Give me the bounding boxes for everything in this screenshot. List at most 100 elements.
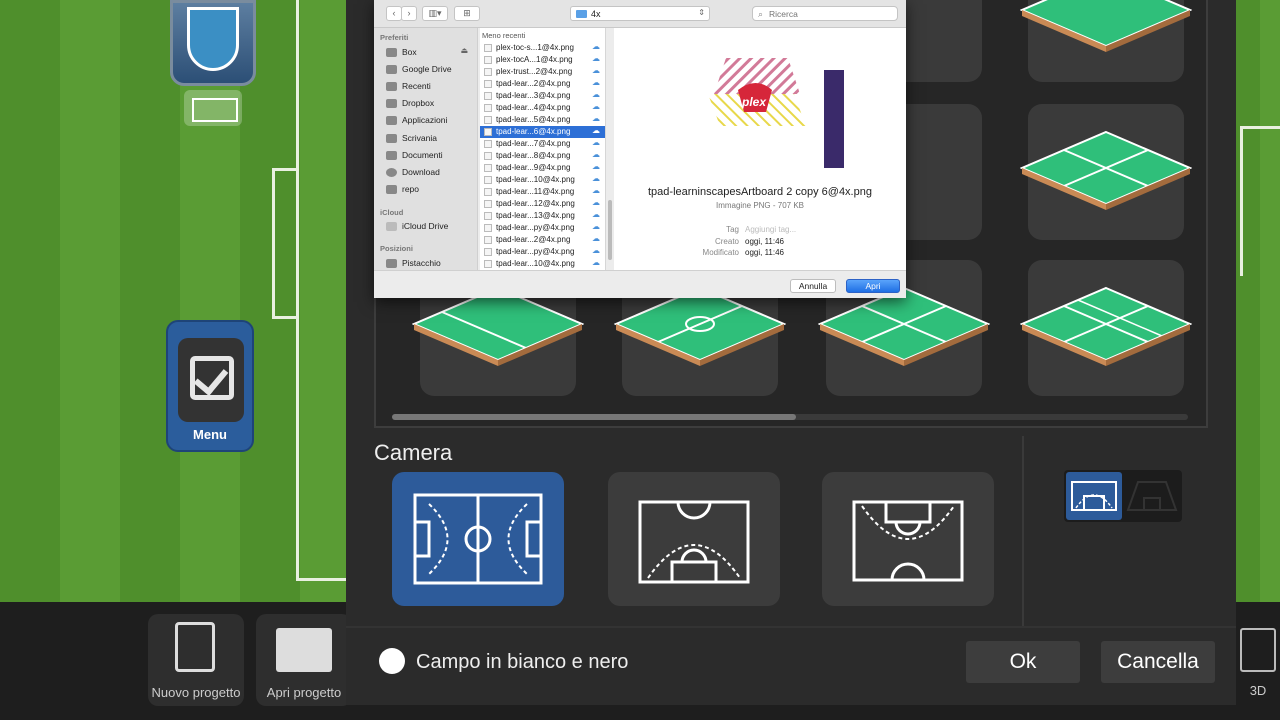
dropbox-icon	[386, 99, 397, 108]
path-popup[interactable]: 4x ⇕	[570, 6, 710, 21]
file-row[interactable]: tpad-lear...3@4x.png ☁	[480, 90, 605, 102]
forward-button[interactable]: ›	[401, 6, 417, 21]
file-name: tpad-lear...8@4x.png	[496, 151, 571, 160]
bw-field-label[interactable]: Campo in bianco e nero	[416, 651, 628, 674]
file-row[interactable]: tpad-lear...11@4x.png ☁	[480, 186, 605, 198]
file-name: tpad-lear...py@4x.png	[496, 223, 575, 232]
mini-field-icon[interactable]	[184, 90, 242, 126]
dialog-open-button[interactable]: Apri	[846, 279, 900, 293]
file-row[interactable]: tpad-lear...5@4x.png ☁	[480, 114, 605, 126]
back-button[interactable]: ‹	[386, 6, 402, 21]
team-logo[interactable]	[170, 0, 256, 86]
view-2d-option[interactable]	[1066, 472, 1122, 520]
png-file-icon	[484, 56, 492, 64]
file-row[interactable]: plex-tocA...1@4x.png ☁	[480, 54, 605, 66]
view-3d-button[interactable]: 3D	[1236, 612, 1280, 720]
file-row[interactable]: tpad-lear...7@4x.png ☁	[480, 138, 605, 150]
file-name: tpad-lear...2@4x.png	[496, 79, 571, 88]
chevron-updown-icon: ⇕	[698, 8, 705, 17]
menu-button[interactable]: Menu	[166, 320, 254, 452]
file-row[interactable]: tpad-lear...8@4x.png ☁	[480, 150, 605, 162]
menu-label: Menu	[193, 427, 227, 442]
file-name: plex-trust...2@4x.png	[496, 67, 573, 76]
cloud-icon: ☁	[592, 78, 600, 87]
half-court-top-icon	[852, 500, 964, 582]
png-file-icon	[484, 140, 492, 148]
file-row[interactable]: tpad-lear...9@4x.png ☁	[480, 162, 605, 174]
view-3d-option[interactable]	[1124, 472, 1180, 520]
png-file-icon	[484, 104, 492, 112]
half-court-icon	[638, 500, 750, 584]
file-name: tpad-lear...5@4x.png	[496, 115, 571, 124]
cancel-button[interactable]: Cancella	[1101, 641, 1215, 683]
png-file-icon	[484, 164, 492, 172]
camera-full-field-button[interactable]	[392, 472, 564, 606]
file-name: tpad-lear...2@4x.png	[496, 235, 571, 244]
document-icon	[386, 151, 397, 160]
file-row[interactable]: tpad-lear...10@4x.png ☁	[480, 174, 605, 186]
view-mode-button[interactable]: ▥▾	[422, 6, 448, 21]
sidebar-item-pistacchio[interactable]: Pistacchio	[386, 257, 474, 270]
field-template[interactable]	[1020, 104, 1192, 240]
camera-half-field-bottom-button[interactable]	[608, 472, 780, 606]
field-3d-icon	[1240, 628, 1276, 672]
file-row[interactable]: tpad-lear...13@4x.png ☁	[480, 210, 605, 222]
ok-button[interactable]: Ok	[966, 641, 1080, 683]
sidebar-item-applicazioni[interactable]: Applicazioni	[386, 114, 474, 128]
sidebar-item-label: repo	[402, 184, 420, 194]
desktop-icon	[386, 134, 397, 143]
tag-field[interactable]: Aggiungi tag...	[745, 225, 796, 234]
dialog-footer: Annulla Apri	[374, 270, 906, 298]
new-project-button[interactable]: Nuovo progetto	[148, 614, 244, 706]
sidebar-item-label: Google Drive	[402, 64, 452, 74]
search-field[interactable]: ⌕	[752, 6, 898, 21]
sidebar-item-label: Dropbox	[402, 98, 435, 108]
sidebar-item-scrivania[interactable]: Scrivania	[386, 132, 474, 146]
file-row[interactable]: tpad-lear...py@4x.png ☁	[480, 222, 605, 234]
file-row[interactable]: plex-toc-s...1@4x.png ☁	[480, 42, 605, 54]
sidebar-item-label: iCloud Drive	[402, 221, 449, 231]
png-file-icon	[484, 92, 492, 100]
cloud-icon: ☁	[592, 162, 600, 171]
cloud-icon: ☁	[592, 114, 600, 123]
eject-icon[interactable]: ⏏	[460, 46, 468, 55]
cloud-icon: ☁	[592, 138, 600, 147]
bw-field-radio[interactable]	[379, 648, 405, 674]
open-project-label: Apri progetto	[266, 685, 342, 700]
sidebar-item-label: Pistacchio	[402, 258, 441, 268]
sidebar-item-documenti[interactable]: Documenti	[386, 149, 474, 163]
field-template[interactable]	[1020, 0, 1192, 82]
file-row[interactable]: tpad-lear...py@4x.png ☁	[480, 246, 605, 258]
file-row[interactable]: tpad-lear...2@4x.png ☁	[480, 234, 605, 246]
file-row[interactable]: tpad-lear...10@4x.png ☁	[480, 258, 605, 270]
open-project-button[interactable]: Apri progetto	[256, 614, 352, 706]
new-folder-button[interactable]: ⊞	[454, 6, 480, 21]
cloud-icon: ☁	[592, 222, 600, 231]
sidebar-item-recenti[interactable]: Recenti	[386, 80, 474, 94]
file-row[interactable]: tpad-lear...6@4x.png ☁	[480, 126, 605, 138]
sidebar-item-icloud-drive[interactable]: iCloud Drive	[386, 220, 474, 234]
file-row[interactable]: tpad-lear...4@4x.png ☁	[480, 102, 605, 114]
png-file-icon	[484, 224, 492, 232]
file-row[interactable]: tpad-lear...12@4x.png ☁	[480, 198, 605, 210]
folder-icon	[386, 65, 397, 74]
file-name: plex-tocA...1@4x.png	[496, 55, 573, 64]
cloud-icon: ☁	[592, 210, 600, 219]
file-row[interactable]: plex-trust...2@4x.png ☁	[480, 66, 605, 78]
sidebar-item-download[interactable]: Download	[386, 166, 474, 180]
file-row[interactable]: tpad-lear...2@4x.png ☁	[480, 78, 605, 90]
divider	[1022, 436, 1024, 626]
sidebar-item-google-drive[interactable]: Google Drive	[386, 63, 474, 77]
sidebar-item-box[interactable]: Box ⏏	[386, 46, 474, 60]
file-list-scrollbar[interactable]	[608, 200, 612, 260]
search-input[interactable]	[769, 8, 889, 20]
sidebar-item-dropbox[interactable]: Dropbox	[386, 97, 474, 111]
camera-half-field-top-button[interactable]	[822, 472, 994, 606]
horizontal-scrollbar[interactable]	[392, 414, 1188, 420]
field-template[interactable]	[1020, 260, 1192, 396]
file-name: tpad-lear...py@4x.png	[496, 247, 575, 256]
sidebar-item-repo[interactable]: repo	[386, 183, 474, 197]
dialog-cancel-button[interactable]: Annulla	[790, 279, 836, 293]
cloud-icon: ☁	[592, 246, 600, 255]
file-name: tpad-lear...7@4x.png	[496, 139, 571, 148]
